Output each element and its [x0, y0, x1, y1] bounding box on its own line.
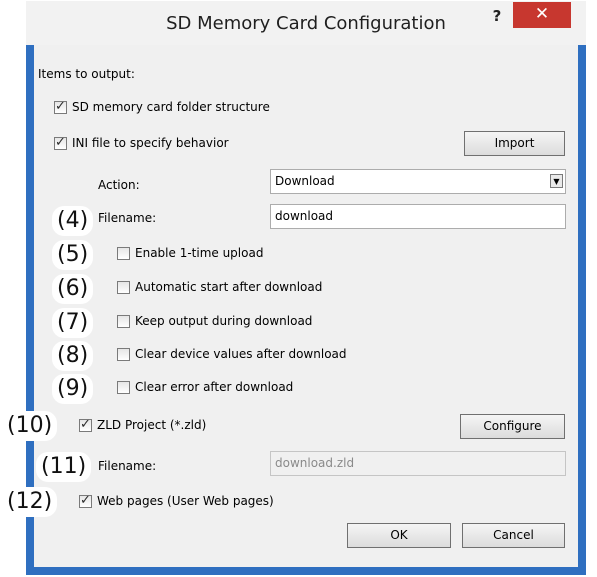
ini-file-label: INI file to specify behavior — [72, 136, 229, 150]
close-button[interactable]: ✕ — [513, 2, 571, 28]
help-icon[interactable]: ? — [484, 7, 510, 25]
filename-label: Filename: — [98, 211, 157, 225]
action-selected-value: Download — [275, 174, 335, 188]
zld-project-checkbox[interactable] — [79, 417, 92, 432]
sd-folder-checkbox[interactable] — [54, 99, 67, 114]
action-label: Action: — [98, 178, 140, 192]
sd-folder-label: SD memory card folder structure — [72, 100, 270, 114]
zld-filename-label: Filename: — [98, 459, 157, 473]
keep-output-checkbox[interactable] — [117, 315, 130, 328]
auto-start-label: Automatic start after download — [135, 280, 323, 294]
import-button[interactable]: Import — [464, 131, 565, 156]
callout-7: (7) — [52, 308, 94, 338]
chevron-down-icon[interactable]: ▼ — [550, 174, 563, 188]
filename-input[interactable]: download — [270, 204, 566, 229]
callout-10: (10) — [2, 411, 58, 441]
web-pages-checkbox[interactable] — [79, 493, 92, 508]
items-to-output-label: Items to output: — [38, 67, 135, 81]
keep-output-label: Keep output during download — [135, 314, 313, 328]
clear-device-checkbox[interactable] — [117, 348, 130, 361]
clear-device-label: Clear device values after download — [135, 347, 347, 361]
ini-file-checkbox[interactable] — [54, 135, 67, 150]
cancel-button[interactable]: Cancel — [462, 523, 565, 548]
title-bar: SD Memory Card Configuration ? ✕ — [26, 1, 586, 45]
sd-card-config-dialog: SD Memory Card Configuration ? ✕ Items t… — [26, 1, 586, 575]
clear-error-checkbox[interactable] — [117, 381, 130, 394]
callout-9: (9) — [52, 374, 94, 404]
web-pages-label: Web pages (User Web pages) — [97, 494, 274, 508]
configure-button[interactable]: Configure — [460, 414, 565, 439]
callout-12: (12) — [2, 487, 58, 517]
callout-11: (11) — [36, 452, 92, 482]
action-select[interactable]: Download ▼ — [270, 169, 566, 194]
callout-8: (8) — [52, 341, 94, 371]
auto-start-checkbox[interactable] — [117, 281, 130, 294]
dialog-client-area: Items to output: SD memory card folder s… — [34, 45, 578, 567]
zld-filename-input[interactable]: download.zld — [270, 451, 566, 476]
callout-4: (4) — [52, 206, 94, 236]
zld-project-label: ZLD Project (*.zld) — [97, 418, 207, 432]
enable-upload-checkbox[interactable] — [117, 247, 130, 260]
clear-error-label: Clear error after download — [135, 380, 294, 394]
enable-upload-label: Enable 1-time upload — [135, 246, 264, 260]
callout-6: (6) — [52, 274, 94, 304]
callout-5: (5) — [52, 240, 94, 270]
ok-button[interactable]: OK — [347, 523, 451, 548]
